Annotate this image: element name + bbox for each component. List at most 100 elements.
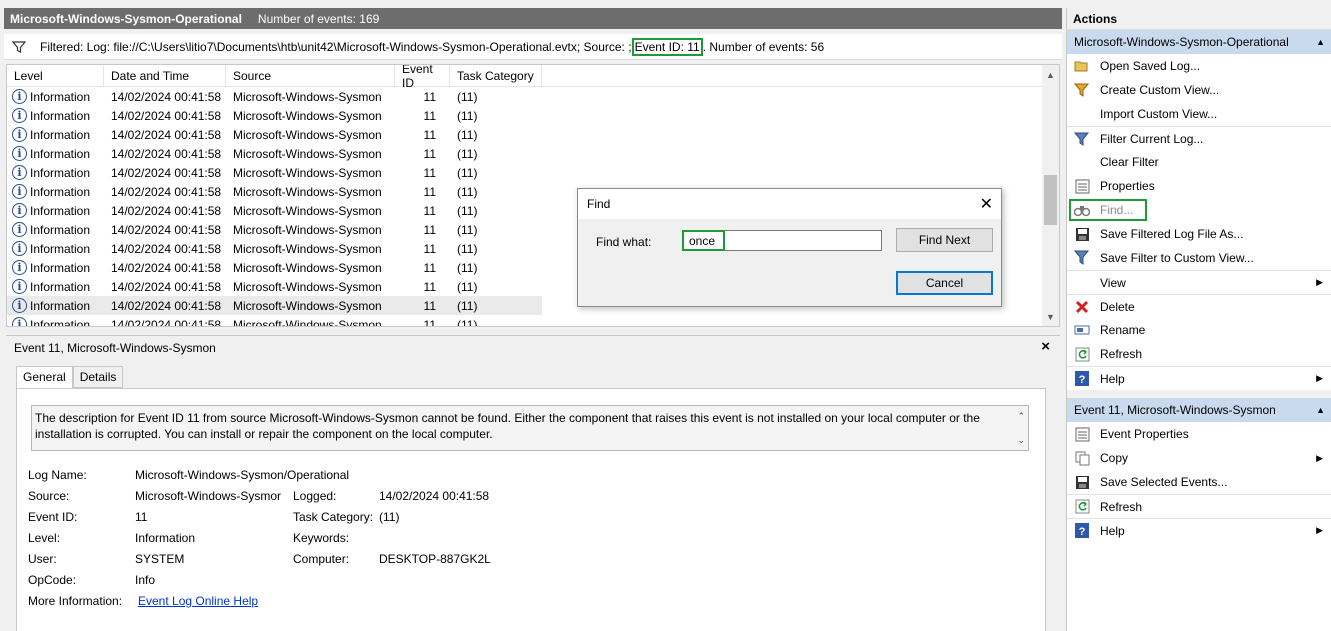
level-text: Information [30,203,91,218]
task-category-cell: (11) [457,279,478,294]
description-scrollbar[interactable]: ⌃ ⌄ [1017,408,1025,448]
action-help[interactable]: ? Help ▶ [1067,366,1331,390]
actions-section-log[interactable]: Microsoft-Windows-Sysmon-Operational ▲ [1067,30,1331,54]
actions-title: Actions [1067,8,1331,30]
close-icon[interactable]: × [1041,338,1050,355]
table-row[interactable]: i Information 14/02/2024 00:41:58 Microsoft… [7,163,1059,182]
col-source[interactable]: Source [226,65,395,86]
level-cell: i Information [7,260,104,275]
action-create-custom-view[interactable]: Create Custom View... [1067,78,1331,102]
action-refresh-event[interactable]: Refresh [1067,494,1331,518]
cancel-button[interactable]: Cancel [896,271,993,295]
source-cell: Microsoft-Windows-Sysmon [233,127,382,142]
action-label: Save Filtered Log File As... [1100,227,1244,241]
actions-pane: Actions Microsoft-Windows-Sysmon-Operati… [1066,8,1331,631]
action-open-saved-log[interactable]: Open Saved Log... [1067,54,1331,78]
table-row[interactable]: i Information 14/02/2024 00:41:58 Microsoft… [7,106,1059,125]
level-cell: i Information [7,279,104,294]
action-find[interactable]: Find... [1067,198,1331,222]
task-category-cell: (11) [457,184,478,199]
information-icon: i [12,279,27,294]
table-row[interactable]: i Information 14/02/2024 00:41:58 Microsoft… [7,87,1059,106]
chevron-down-icon[interactable]: ⌄ [1017,432,1025,448]
events-scrollbar[interactable]: ▲ ▼ [1042,65,1059,326]
date-cell: 14/02/2024 00:41:58 [111,184,222,199]
action-copy[interactable]: Copy ▶ [1067,446,1331,470]
action-help-event[interactable]: ? Help ▶ [1067,518,1331,542]
tab-general[interactable]: General [16,366,73,389]
event-id-cell: 11 [423,146,436,161]
col-date[interactable]: Date and Time [104,65,226,86]
save-icon [1073,225,1091,243]
submenu-arrow-icon: ▶ [1316,525,1323,535]
action-save-filter-to-custom-view[interactable]: Save Filter to Custom View... [1067,246,1331,270]
action-view[interactable]: View ▶ [1067,270,1331,294]
level-text: Information [30,317,91,327]
collapse-icon[interactable]: ▲ [1316,37,1325,47]
action-event-properties[interactable]: Event Properties [1067,422,1331,446]
source-cell: Microsoft-Windows-Sysmon [233,222,382,237]
source-cell: Microsoft-Windows-Sysmon [233,279,382,294]
event-description[interactable]: The description for Event ID 11 from sou… [31,405,1029,451]
scroll-down-icon[interactable]: ▼ [1042,308,1059,325]
level-cell: i Information [7,146,104,161]
task-category-value: (11) [379,510,400,524]
logged-value: 14/02/2024 00:41:58 [379,489,490,503]
source-cell: Microsoft-Windows-Sysmon [233,108,382,123]
find-next-button[interactable]: Find Next [896,228,993,252]
level-text: Information [30,241,91,256]
source-cell: Microsoft-Windows-Sysmon [233,241,382,256]
table-row[interactable]: i Information 14/02/2024 00:41:58 Microsoft… [7,125,1059,144]
date-cell: 14/02/2024 00:41:58 [111,165,222,180]
table-row[interactable]: i Information 14/02/2024 00:41:58 Microsoft… [7,296,542,315]
date-cell: 14/02/2024 00:41:58 [111,298,222,313]
scroll-thumb[interactable] [1044,175,1057,225]
date-cell: 14/02/2024 00:41:58 [111,279,222,294]
find-what-label: Find what: [596,235,652,249]
level-text: Information [30,127,91,142]
action-save-filtered-log[interactable]: Save Filtered Log File As... [1067,222,1331,246]
close-icon[interactable]: ✕ [980,194,993,214]
col-level[interactable]: Level [7,65,104,86]
col-task-category[interactable]: Task Category [450,65,542,86]
event-viewer-window: Microsoft-Windows-Sysmon-Operational Num… [0,0,1331,631]
level-text: Information [30,89,91,104]
task-category-cell: (11) [457,127,478,142]
chevron-up-icon[interactable]: ⌃ [1017,408,1025,424]
action-label: Help [1100,523,1125,538]
find-what-input[interactable] [682,230,882,251]
action-refresh[interactable]: Refresh [1067,342,1331,366]
action-label: Delete [1100,299,1135,314]
copy-icon [1073,449,1091,467]
col-event-id[interactable]: Event ID [395,65,450,90]
action-properties[interactable]: Properties [1067,174,1331,198]
collapse-icon[interactable]: ▲ [1316,405,1325,415]
detail-tabs: General Details [16,366,124,389]
tab-details[interactable]: Details [72,366,124,388]
level-text: Information [30,165,91,180]
table-row[interactable]: i Information 14/02/2024 00:41:58 Microsoft… [7,144,1059,163]
information-icon: i [12,108,27,123]
task-category-cell: (11) [457,108,478,123]
action-filter-current-log[interactable]: Filter Current Log... [1067,126,1331,150]
find-dialog-title: Find [587,197,611,211]
log-name-label: Log Name: [28,468,87,482]
event-id-value: 11 [135,510,148,524]
action-delete[interactable]: Delete [1067,294,1331,318]
level-cell: i Information [7,298,104,313]
action-save-selected-events[interactable]: Save Selected Events... [1067,470,1331,494]
rename-icon [1073,321,1091,339]
action-label: Clear Filter [1100,155,1159,169]
action-label: Save Selected Events... [1100,475,1228,489]
table-row[interactable]: i Information 14/02/2024 00:41:58 Microsoft… [7,315,1059,327]
section-gap [1067,390,1331,398]
event-log-online-help-link[interactable]: Event Log Online Help [138,594,258,608]
action-import-custom-view[interactable]: Import Custom View... [1067,102,1331,126]
scroll-up-icon[interactable]: ▲ [1042,66,1059,83]
actions-section-event[interactable]: Event 11, Microsoft-Windows-Sysmon ▲ [1067,398,1331,422]
action-rename[interactable]: Rename [1067,318,1331,342]
task-category-cell: (11) [457,241,478,256]
information-icon: i [12,241,27,256]
help-icon: ? [1073,522,1091,540]
action-clear-filter[interactable]: Clear Filter [1067,150,1331,174]
